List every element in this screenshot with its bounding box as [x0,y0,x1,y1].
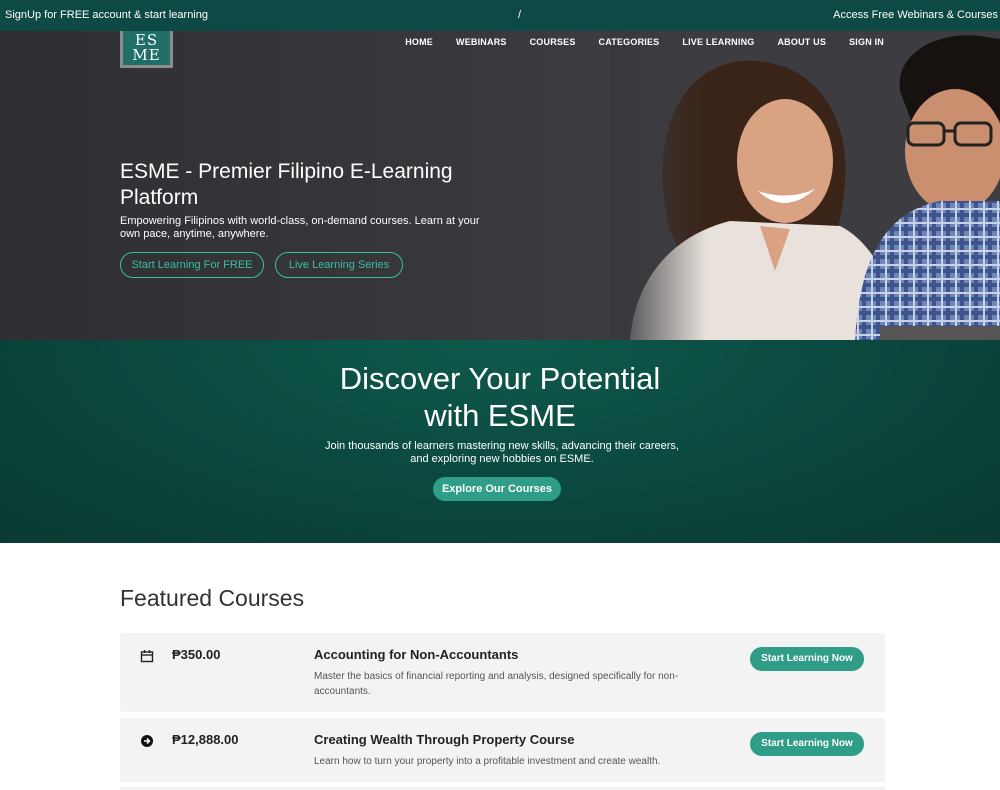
course-title[interactable]: Accounting for Non-Accountants [314,647,518,662]
discover-subtitle: Join thousands of learners mastering new… [324,440,679,465]
nav-about-us[interactable]: ABOUT US [777,37,826,47]
start-learning-now-button[interactable]: Start Learning Now [750,732,864,756]
announcement-bar: SignUp for FREE account & start learning… [0,0,1000,31]
hero-title: ESME - Premier Filipino E-Learning Platf… [120,160,453,209]
topbar-separator: / [518,9,522,21]
signup-promo-link[interactable]: SignUp for FREE account & start learning [5,9,208,21]
arrow-circle-icon [141,735,153,747]
course-price: ₱350.00 [172,647,221,662]
nav-webinars[interactable]: WEBINARS [456,37,507,47]
discover-title-line-1: Discover Your Potential [339,361,661,396]
hero-section: ES ME HOME WEBINARS COURSES CATEGORIES L… [0,31,1000,340]
discover-title: Discover Your Potential with ESME [0,360,1000,434]
course-card[interactable]: ₱12,888.00 Creating Wealth Through Prope… [120,718,885,782]
course-card[interactable]: ₱350.00 Accounting for Non-Accountants M… [120,633,885,712]
nav-sign-in[interactable]: SIGN IN [849,37,884,47]
course-price: ₱12,888.00 [172,732,239,747]
logo-line-2: ME [132,46,161,64]
nav-home[interactable]: HOME [405,37,433,47]
nav-live-learning[interactable]: LIVE LEARNING [682,37,754,47]
main-nav: HOME WEBINARS COURSES CATEGORIES LIVE LE… [405,37,884,47]
course-description: Learn how to turn your property into a p… [314,756,661,767]
calendar-icon [140,650,154,663]
start-learning-free-button[interactable]: Start Learning For FREE [120,252,264,278]
discover-title-line-2: with ESME [424,398,576,433]
featured-courses-heading: Featured Courses [120,585,305,611]
nav-categories[interactable]: CATEGORIES [599,37,660,47]
nav-courses[interactable]: COURSES [530,37,576,47]
discover-section: Discover Your Potential with ESME Join t… [0,340,1000,543]
start-learning-now-button[interactable]: Start Learning Now [750,647,864,671]
esme-logo[interactable]: ES ME [120,31,173,68]
hero-subtitle: Empowering Filipinos with world-class, o… [120,215,480,240]
explore-courses-button[interactable]: Explore Our Courses [433,477,561,501]
hero-photo [610,31,1000,340]
live-learning-series-button[interactable]: Live Learning Series [275,252,403,278]
course-title[interactable]: Creating Wealth Through Property Course [314,732,575,747]
webinars-promo-link[interactable]: Access Free Webinars & Courses [833,9,998,21]
course-description: Master the basics of financial reporting… [314,671,679,697]
